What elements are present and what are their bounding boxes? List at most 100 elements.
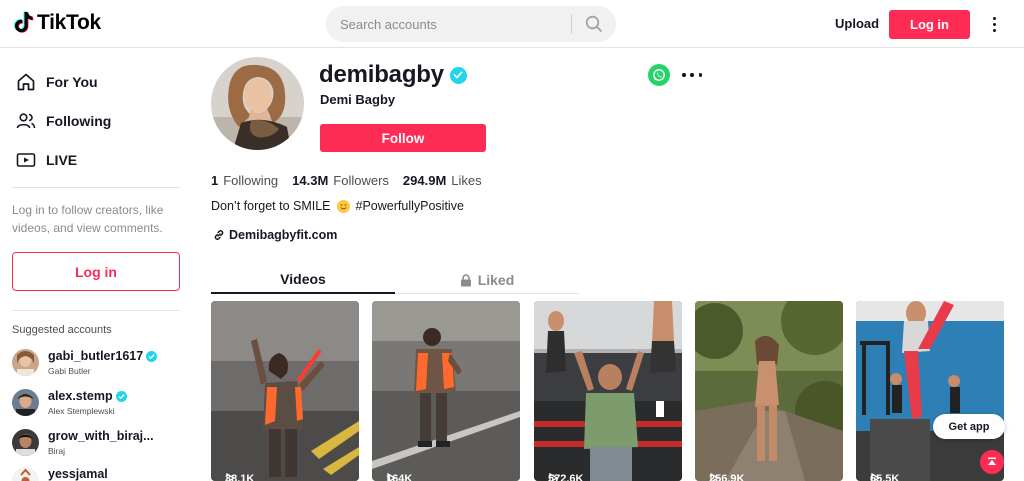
nav-following[interactable]: Following — [16, 111, 111, 131]
handle-text: alex.stemp — [48, 389, 113, 403]
verified-badge-icon — [115, 390, 127, 402]
get-app-button[interactable]: Get app — [933, 414, 1005, 439]
search-bar — [326, 6, 616, 42]
login-button[interactable]: Log in — [889, 10, 970, 39]
profile-username: demibagby — [319, 61, 467, 89]
play-icon — [549, 473, 558, 481]
stat-label: Followers — [333, 173, 389, 188]
stat-label: Likes — [451, 173, 482, 188]
stat-followers: 14.3M Followers — [292, 173, 389, 188]
suggested-name: Alex Stemplewski — [48, 406, 115, 416]
profile-display-name: Demi Bagby — [320, 92, 396, 107]
dot — [690, 73, 694, 77]
video-thumbnail[interactable]: 256.9K — [695, 301, 843, 481]
suggested-handle: yessjamal — [48, 467, 108, 481]
avatar — [12, 467, 39, 481]
profile-more-icon[interactable] — [682, 66, 702, 84]
nav-label: For You — [46, 74, 98, 90]
suggested-handle: alex.stemp — [48, 389, 127, 403]
tab-liked[interactable]: Liked — [395, 266, 579, 294]
suggested-account[interactable]: yessjamal — [12, 467, 182, 481]
suggested-handle: gabi_butler1617 — [48, 349, 158, 363]
profile-avatar — [211, 57, 304, 150]
suggested-account[interactable]: grow_with_biraj... Biraj — [12, 429, 182, 459]
tab-label: Liked — [477, 272, 515, 288]
dot — [992, 22, 996, 26]
video-views: 65.5K — [870, 473, 899, 481]
live-icon — [16, 150, 36, 170]
suggested-name: Gabi Butler — [48, 366, 91, 376]
sidebar: For You Following LIVE Log in to follow … — [0, 49, 192, 481]
video-thumbnail[interactable]: 572.6K — [534, 301, 682, 481]
stat-label: Following — [223, 173, 279, 188]
handle-text: gabi_butler1617 — [48, 349, 144, 363]
home-icon — [16, 72, 36, 92]
video-views: 38.1K — [225, 473, 254, 481]
username-text: demibagby — [319, 61, 444, 88]
profile-bio: Don’t forget to SMILE #PowerfullyPositiv… — [211, 199, 464, 213]
verified-badge-icon — [146, 350, 158, 362]
search-icon — [585, 15, 602, 32]
follow-button[interactable]: Follow — [320, 124, 486, 152]
verified-badge-icon — [449, 66, 467, 84]
dot — [682, 73, 686, 77]
sidebar-divider — [12, 187, 180, 188]
avatar — [12, 349, 39, 376]
bio-text: Don’t forget to SMILE — [211, 199, 331, 213]
search-input[interactable] — [326, 6, 571, 42]
avatar — [12, 429, 39, 456]
sidebar-login-button[interactable]: Log in — [12, 252, 180, 291]
play-icon — [710, 473, 719, 481]
link-text: Demibagbyfit.com — [229, 228, 338, 242]
suggested-name: Biraj — [48, 446, 66, 456]
search-button[interactable] — [572, 6, 616, 42]
suggested-account[interactable]: alex.stemp Alex Stemplewski — [12, 389, 182, 419]
stat-following: 1 Following — [211, 173, 278, 188]
tab-videos[interactable]: Videos — [211, 266, 395, 294]
more-options-icon[interactable] — [984, 13, 1004, 35]
dot — [698, 73, 702, 77]
video-views: 572.6K — [548, 473, 583, 481]
upload-link[interactable]: Upload — [835, 16, 879, 31]
play-icon — [871, 473, 880, 481]
tiktok-note-icon — [12, 11, 34, 35]
video-thumbnail[interactable]: 38.1K — [211, 301, 359, 481]
users-icon — [16, 111, 36, 131]
nav-for-you[interactable]: For You — [16, 72, 98, 92]
handle-text: yessjamal — [48, 467, 108, 481]
logo-text: TikTok — [37, 11, 101, 34]
video-views: 164K — [386, 473, 412, 481]
play-icon — [387, 473, 396, 481]
nav-live[interactable]: LIVE — [16, 150, 77, 170]
dot — [992, 16, 996, 20]
video-views: 256.9K — [709, 473, 744, 481]
suggested-accounts-title: Suggested accounts — [12, 324, 112, 336]
lock-icon — [460, 273, 471, 286]
bio-hashtag: #PowerfullyPositive — [355, 199, 464, 213]
nav-label: Following — [46, 113, 112, 129]
stat-number: 1 — [211, 173, 219, 188]
suggested-handle: grow_with_biraj... — [48, 429, 154, 443]
top-bar: TikTok Upload Log in — [0, 0, 1024, 48]
arrow-up-icon — [988, 457, 996, 465]
avatar — [12, 389, 39, 416]
stat-number: 14.3M — [292, 173, 329, 188]
login-hint-text: Log in to follow creators, like videos, … — [12, 203, 164, 235]
link-icon — [214, 230, 224, 240]
tab-label: Videos — [280, 271, 326, 287]
profile-website-link[interactable]: Demibagbyfit.com — [213, 228, 337, 242]
video-thumbnail[interactable]: 164K — [372, 301, 520, 481]
stat-number: 294.9M — [402, 173, 447, 188]
stat-likes: 294.9M Likes — [403, 173, 482, 188]
play-icon — [226, 473, 235, 481]
scroll-to-top-button[interactable] — [980, 450, 1004, 474]
smiley-emoji-icon — [336, 199, 350, 213]
sidebar-divider — [12, 310, 180, 311]
nav-label: LIVE — [46, 152, 78, 168]
tiktok-logo[interactable]: TikTok — [12, 11, 101, 35]
dot — [992, 28, 996, 32]
profile-stats: 1 Following 14.3M Followers 294.9M Likes — [211, 173, 482, 188]
profile-tabs: Videos Liked — [211, 266, 579, 294]
whatsapp-share-icon[interactable] — [648, 64, 670, 86]
suggested-account[interactable]: gabi_butler1617 Gabi Butler — [12, 349, 182, 379]
